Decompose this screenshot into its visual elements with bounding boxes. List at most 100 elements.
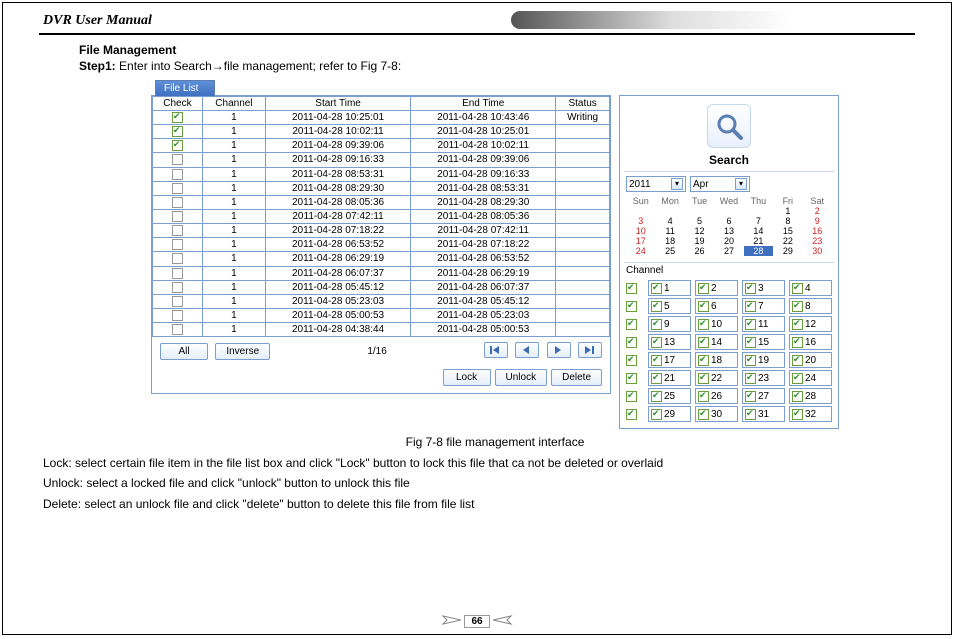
- calendar-day[interactable]: 14: [744, 226, 773, 236]
- channel-cell[interactable]: 15: [742, 334, 785, 350]
- channel-checkbox[interactable]: [745, 373, 756, 384]
- channel-cell[interactable]: 9: [648, 316, 691, 332]
- row-checkbox[interactable]: [172, 197, 183, 208]
- delete-button[interactable]: Delete: [551, 369, 602, 386]
- channel-checkbox[interactable]: [651, 337, 662, 348]
- channel-master-checkbox[interactable]: [626, 337, 637, 348]
- row-checkbox[interactable]: [172, 282, 183, 293]
- channel-checkbox[interactable]: [698, 391, 709, 402]
- channel-cell[interactable]: 10: [695, 316, 738, 332]
- unlock-button[interactable]: Unlock: [495, 369, 548, 386]
- calendar-day[interactable]: 11: [655, 226, 684, 236]
- channel-master-checkbox[interactable]: [626, 283, 637, 294]
- channel-checkbox[interactable]: [792, 391, 803, 402]
- channel-cell[interactable]: 32: [789, 406, 832, 422]
- row-checkbox[interactable]: [172, 211, 183, 222]
- table-row[interactable]: 12011-04-28 09:39:062011-04-28 10:02:11: [153, 139, 610, 153]
- calendar-day[interactable]: 10: [626, 226, 655, 236]
- channel-checkbox[interactable]: [745, 337, 756, 348]
- inverse-button[interactable]: Inverse: [215, 343, 270, 360]
- row-checkbox[interactable]: [172, 154, 183, 165]
- channel-cell[interactable]: 6: [695, 298, 738, 314]
- table-row[interactable]: 12011-04-28 08:29:302011-04-28 08:53:31: [153, 181, 610, 195]
- channel-checkbox[interactable]: [792, 337, 803, 348]
- channel-checkbox[interactable]: [745, 391, 756, 402]
- calendar-day[interactable]: 21: [744, 236, 773, 246]
- channel-checkbox[interactable]: [651, 283, 662, 294]
- channel-checkbox[interactable]: [698, 355, 709, 366]
- table-row[interactable]: 12011-04-28 08:53:312011-04-28 09:16:33: [153, 167, 610, 181]
- channel-cell[interactable]: 16: [789, 334, 832, 350]
- calendar-day[interactable]: 16: [803, 226, 832, 236]
- calendar-day[interactable]: 22: [773, 236, 802, 246]
- channel-cell[interactable]: 11: [742, 316, 785, 332]
- file-list-tab[interactable]: File List: [155, 80, 215, 96]
- channel-row-master[interactable]: [626, 316, 644, 332]
- row-checkbox[interactable]: [172, 310, 183, 321]
- channel-row-master[interactable]: [626, 280, 644, 296]
- all-button[interactable]: All: [160, 343, 208, 360]
- channel-cell[interactable]: 4: [789, 280, 832, 296]
- next-page-button[interactable]: [547, 342, 571, 358]
- calendar[interactable]: SunMonTueWedThuFriSat 123456789101112131…: [626, 196, 832, 256]
- calendar-day[interactable]: 15: [773, 226, 802, 236]
- calendar-day[interactable]: 6: [714, 216, 743, 226]
- calendar-day[interactable]: 27: [714, 246, 743, 256]
- calendar-day[interactable]: 2: [803, 206, 832, 216]
- table-row[interactable]: 12011-04-28 05:00:532011-04-28 05:23:03: [153, 308, 610, 322]
- channel-cell[interactable]: 22: [695, 370, 738, 386]
- channel-checkbox[interactable]: [745, 283, 756, 294]
- channel-cell[interactable]: 12: [789, 316, 832, 332]
- channel-cell[interactable]: 26: [695, 388, 738, 404]
- channel-cell[interactable]: 8: [789, 298, 832, 314]
- channel-row-master[interactable]: [626, 352, 644, 368]
- channel-master-checkbox[interactable]: [626, 409, 637, 420]
- channel-checkbox[interactable]: [745, 319, 756, 330]
- channel-master-checkbox[interactable]: [626, 391, 637, 402]
- channel-cell[interactable]: 17: [648, 352, 691, 368]
- channel-cell[interactable]: 29: [648, 406, 691, 422]
- channel-checkbox[interactable]: [792, 373, 803, 384]
- channel-master-checkbox[interactable]: [626, 373, 637, 384]
- channel-cell[interactable]: 3: [742, 280, 785, 296]
- channel-cell[interactable]: 21: [648, 370, 691, 386]
- channel-checkbox[interactable]: [698, 409, 709, 420]
- table-row[interactable]: 12011-04-28 09:16:332011-04-28 09:39:06: [153, 153, 610, 167]
- channel-row-master[interactable]: [626, 388, 644, 404]
- calendar-day[interactable]: 19: [685, 236, 714, 246]
- row-checkbox[interactable]: [172, 324, 183, 335]
- calendar-day[interactable]: 7: [744, 216, 773, 226]
- table-row[interactable]: 12011-04-28 05:45:122011-04-28 06:07:37: [153, 280, 610, 294]
- calendar-day[interactable]: 20: [714, 236, 743, 246]
- channel-cell[interactable]: 23: [742, 370, 785, 386]
- channel-checkbox[interactable]: [745, 301, 756, 312]
- channel-master-checkbox[interactable]: [626, 355, 637, 366]
- table-row[interactable]: 12011-04-28 04:38:442011-04-28 05:00:53: [153, 323, 610, 337]
- calendar-day[interactable]: 12: [685, 226, 714, 236]
- channel-cell[interactable]: 31: [742, 406, 785, 422]
- channel-checkbox[interactable]: [698, 283, 709, 294]
- channel-checkbox[interactable]: [792, 283, 803, 294]
- row-checkbox[interactable]: [172, 239, 183, 250]
- channel-cell[interactable]: 20: [789, 352, 832, 368]
- first-page-button[interactable]: [484, 342, 508, 358]
- month-dropdown[interactable]: Apr▾: [690, 176, 750, 192]
- channel-cell[interactable]: 13: [648, 334, 691, 350]
- channel-checkbox[interactable]: [792, 409, 803, 420]
- channel-checkbox[interactable]: [651, 301, 662, 312]
- search-icon[interactable]: [707, 104, 751, 148]
- channel-checkbox[interactable]: [792, 355, 803, 366]
- channel-row-master[interactable]: [626, 334, 644, 350]
- calendar-day[interactable]: 28: [744, 246, 773, 256]
- channel-master-checkbox[interactable]: [626, 301, 637, 312]
- calendar-day[interactable]: 1: [773, 206, 802, 216]
- channel-row-master[interactable]: [626, 298, 644, 314]
- calendar-day[interactable]: 30: [803, 246, 832, 256]
- channel-cell[interactable]: 7: [742, 298, 785, 314]
- calendar-day[interactable]: 13: [714, 226, 743, 236]
- channel-cell[interactable]: 28: [789, 388, 832, 404]
- prev-page-button[interactable]: [515, 342, 539, 358]
- channel-checkbox[interactable]: [651, 355, 662, 366]
- year-dropdown[interactable]: 2011▾: [626, 176, 686, 192]
- channel-checkbox[interactable]: [651, 409, 662, 420]
